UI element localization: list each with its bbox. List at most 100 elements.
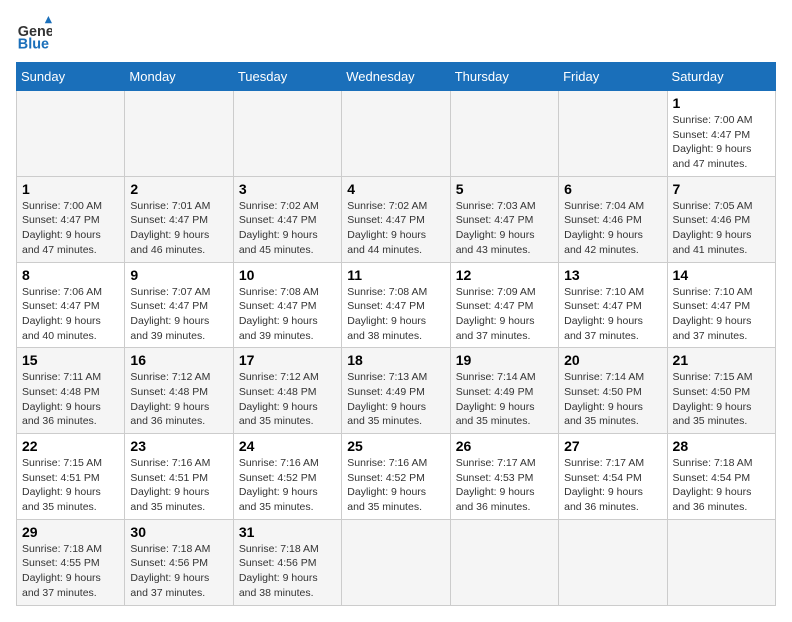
day-info: Sunrise: 7:14 AMSunset: 4:49 PMDaylight:… bbox=[456, 370, 553, 429]
day-info: Sunrise: 7:01 AMSunset: 4:47 PMDaylight:… bbox=[130, 199, 227, 258]
logo-icon: General Blue bbox=[16, 16, 52, 52]
day-number: 14 bbox=[673, 267, 770, 283]
day-info: Sunrise: 7:18 AMSunset: 4:56 PMDaylight:… bbox=[130, 542, 227, 601]
day-number: 31 bbox=[239, 524, 336, 540]
day-info: Sunrise: 7:17 AMSunset: 4:53 PMDaylight:… bbox=[456, 456, 553, 515]
day-info: Sunrise: 7:03 AMSunset: 4:47 PMDaylight:… bbox=[456, 199, 553, 258]
day-number: 4 bbox=[347, 181, 444, 197]
day-info: Sunrise: 7:05 AMSunset: 4:46 PMDaylight:… bbox=[673, 199, 770, 258]
day-cell: 14 Sunrise: 7:10 AMSunset: 4:47 PMDayligh… bbox=[667, 262, 775, 348]
day-info: Sunrise: 7:10 AMSunset: 4:47 PMDaylight:… bbox=[564, 285, 661, 344]
day-number: 18 bbox=[347, 352, 444, 368]
day-number: 1 bbox=[22, 181, 119, 197]
day-cell: 9Sunrise: 7:07 AMSunset: 4:47 PMDaylight… bbox=[125, 262, 233, 348]
day-header-thursday: Thursday bbox=[450, 63, 558, 91]
logo: General Blue bbox=[16, 16, 56, 52]
day-info: Sunrise: 7:17 AMSunset: 4:54 PMDaylight:… bbox=[564, 456, 661, 515]
day-number: 9 bbox=[130, 267, 227, 283]
day-cell: 30 Sunrise: 7:18 AMSunset: 4:56 PMDayligh… bbox=[125, 519, 233, 605]
day-cell: 20 Sunrise: 7:14 AMSunset: 4:50 PMDayligh… bbox=[559, 348, 667, 434]
day-number: 27 bbox=[564, 438, 661, 454]
day-number: 23 bbox=[130, 438, 227, 454]
day-cell: 1Sunrise: 7:00 AMSunset: 4:47 PMDaylight… bbox=[667, 91, 775, 177]
day-number: 17 bbox=[239, 352, 336, 368]
day-number: 30 bbox=[130, 524, 227, 540]
day-cell bbox=[17, 91, 125, 177]
day-info: Sunrise: 7:13 AMSunset: 4:49 PMDaylight:… bbox=[347, 370, 444, 429]
day-cell: 26 Sunrise: 7:17 AMSunset: 4:53 PMDayligh… bbox=[450, 434, 558, 520]
day-cell: 23 Sunrise: 7:16 AMSunset: 4:51 PMDayligh… bbox=[125, 434, 233, 520]
day-number: 6 bbox=[564, 181, 661, 197]
day-cell: 1 Sunrise: 7:00 AMSunset: 4:47 PMDaylight… bbox=[17, 176, 125, 262]
day-info: Sunrise: 7:11 AMSunset: 4:48 PMDaylight:… bbox=[22, 370, 119, 429]
day-number: 10 bbox=[239, 267, 336, 283]
day-info: Sunrise: 7:00 AMSunset: 4:47 PMDaylight:… bbox=[22, 199, 119, 258]
day-cell: 11 Sunrise: 7:08 AMSunset: 4:47 PMDayligh… bbox=[342, 262, 450, 348]
day-info: Sunrise: 7:16 AMSunset: 4:51 PMDaylight:… bbox=[130, 456, 227, 515]
day-info: Sunrise: 7:18 AMSunset: 4:55 PMDaylight:… bbox=[22, 542, 119, 601]
day-info: Sunrise: 7:08 AMSunset: 4:47 PMDaylight:… bbox=[239, 285, 336, 344]
header-row: SundayMondayTuesdayWednesdayThursdayFrid… bbox=[17, 63, 776, 91]
day-number: 20 bbox=[564, 352, 661, 368]
week-row-4: 15 Sunrise: 7:11 AMSunset: 4:48 PMDayligh… bbox=[17, 348, 776, 434]
day-number: 19 bbox=[456, 352, 553, 368]
day-cell bbox=[559, 91, 667, 177]
page-header: General Blue bbox=[16, 16, 776, 52]
day-cell: 29Sunrise: 7:18 AMSunset: 4:55 PMDayligh… bbox=[17, 519, 125, 605]
day-header-wednesday: Wednesday bbox=[342, 63, 450, 91]
week-row-5: 22 Sunrise: 7:15 AMSunset: 4:51 PMDayligh… bbox=[17, 434, 776, 520]
day-cell: 2 Sunrise: 7:01 AMSunset: 4:47 PMDaylight… bbox=[125, 176, 233, 262]
day-number: 24 bbox=[239, 438, 336, 454]
day-info: Sunrise: 7:12 AMSunset: 4:48 PMDaylight:… bbox=[239, 370, 336, 429]
day-number: 11 bbox=[347, 267, 444, 283]
calendar-table: SundayMondayTuesdayWednesdayThursdayFrid… bbox=[16, 62, 776, 606]
day-number: 7 bbox=[673, 181, 770, 197]
day-header-saturday: Saturday bbox=[667, 63, 775, 91]
day-cell: 25Sunrise: 7:16 AMSunset: 4:52 PMDayligh… bbox=[342, 434, 450, 520]
day-number: 3 bbox=[239, 181, 336, 197]
day-number: 2 bbox=[130, 181, 227, 197]
day-info: Sunrise: 7:02 AMSunset: 4:47 PMDaylight:… bbox=[239, 199, 336, 258]
day-info: Sunrise: 7:08 AMSunset: 4:47 PMDaylight:… bbox=[347, 285, 444, 344]
day-cell: 4 Sunrise: 7:02 AMSunset: 4:47 PMDaylight… bbox=[342, 176, 450, 262]
day-cell: 10 Sunrise: 7:08 AMSunset: 4:47 PMDayligh… bbox=[233, 262, 341, 348]
day-cell bbox=[450, 91, 558, 177]
day-cell: 24 Sunrise: 7:16 AMSunset: 4:52 PMDayligh… bbox=[233, 434, 341, 520]
day-number: 1 bbox=[673, 95, 770, 111]
day-info: Sunrise: 7:18 AMSunset: 4:54 PMDaylight:… bbox=[673, 456, 770, 515]
day-number: 21 bbox=[673, 352, 770, 368]
svg-text:Blue: Blue bbox=[18, 36, 49, 52]
day-number: 13 bbox=[564, 267, 661, 283]
day-cell bbox=[450, 519, 558, 605]
day-cell: 27 Sunrise: 7:17 AMSunset: 4:54 PMDayligh… bbox=[559, 434, 667, 520]
day-info: Sunrise: 7:04 AMSunset: 4:46 PMDaylight:… bbox=[564, 199, 661, 258]
day-header-monday: Monday bbox=[125, 63, 233, 91]
day-number: 16 bbox=[130, 352, 227, 368]
day-cell bbox=[342, 91, 450, 177]
day-cell: 7 Sunrise: 7:05 AMSunset: 4:46 PMDaylight… bbox=[667, 176, 775, 262]
day-info: Sunrise: 7:09 AMSunset: 4:47 PMDaylight:… bbox=[456, 285, 553, 344]
day-cell: 22 Sunrise: 7:15 AMSunset: 4:51 PMDayligh… bbox=[17, 434, 125, 520]
day-info: Sunrise: 7:10 AMSunset: 4:47 PMDaylight:… bbox=[673, 285, 770, 344]
day-number: 22 bbox=[22, 438, 119, 454]
day-cell: 8Sunrise: 7:06 AMSunset: 4:47 PMDaylight… bbox=[17, 262, 125, 348]
day-cell: 18 Sunrise: 7:13 AMSunset: 4:49 PMDayligh… bbox=[342, 348, 450, 434]
day-number: 15 bbox=[22, 352, 119, 368]
day-cell: 17 Sunrise: 7:12 AMSunset: 4:48 PMDayligh… bbox=[233, 348, 341, 434]
day-info: Sunrise: 7:14 AMSunset: 4:50 PMDaylight:… bbox=[564, 370, 661, 429]
day-number: 8 bbox=[22, 267, 119, 283]
week-row-1: 1Sunrise: 7:00 AMSunset: 4:47 PMDaylight… bbox=[17, 91, 776, 177]
day-info: Sunrise: 7:15 AMSunset: 4:51 PMDaylight:… bbox=[22, 456, 119, 515]
day-info: Sunrise: 7:12 AMSunset: 4:48 PMDaylight:… bbox=[130, 370, 227, 429]
day-cell bbox=[559, 519, 667, 605]
day-header-tuesday: Tuesday bbox=[233, 63, 341, 91]
day-cell: 15 Sunrise: 7:11 AMSunset: 4:48 PMDayligh… bbox=[17, 348, 125, 434]
day-number: 26 bbox=[456, 438, 553, 454]
day-info: Sunrise: 7:16 AMSunset: 4:52 PMDaylight:… bbox=[239, 456, 336, 515]
day-info: Sunrise: 7:02 AMSunset: 4:47 PMDaylight:… bbox=[347, 199, 444, 258]
day-cell: 28Sunrise: 7:18 AMSunset: 4:54 PMDayligh… bbox=[667, 434, 775, 520]
day-info: Sunrise: 7:15 AMSunset: 4:50 PMDaylight:… bbox=[673, 370, 770, 429]
day-cell: 31Sunrise: 7:18 AMSunset: 4:56 PMDayligh… bbox=[233, 519, 341, 605]
week-row-2: 1 Sunrise: 7:00 AMSunset: 4:47 PMDaylight… bbox=[17, 176, 776, 262]
day-header-friday: Friday bbox=[559, 63, 667, 91]
